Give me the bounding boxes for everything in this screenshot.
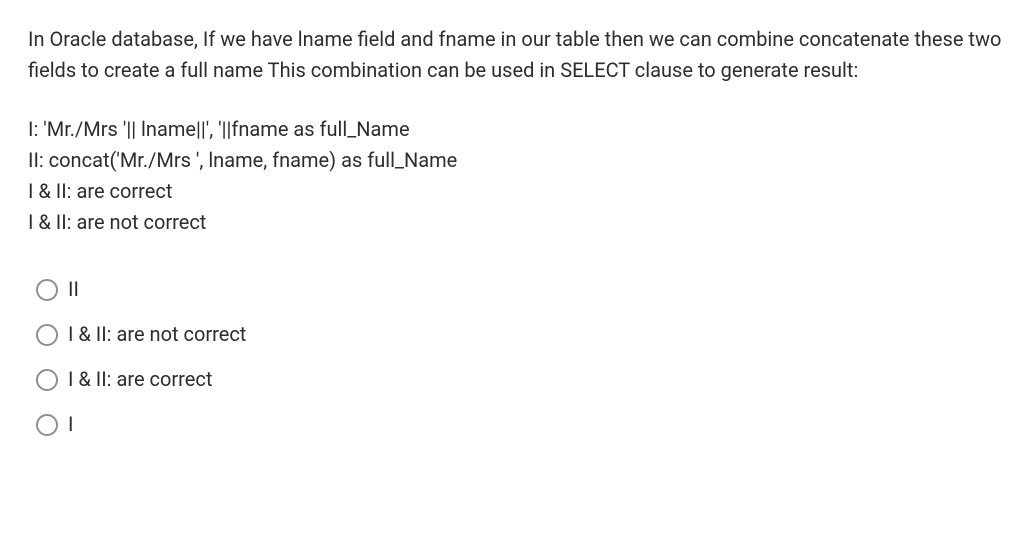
statement-line: I & II: are not correct	[28, 207, 1008, 238]
option-label: II	[68, 274, 79, 305]
radio-icon[interactable]	[36, 414, 58, 436]
options-group: II I & II: are not correct I & II: are c…	[28, 274, 1008, 440]
option-row[interactable]: II	[36, 274, 1008, 305]
statement-line: II: concat('Mr./Mrs ', lname, fname) as …	[28, 145, 1008, 176]
radio-icon[interactable]	[36, 279, 58, 301]
option-label: I & II: are not correct	[68, 319, 246, 350]
radio-icon[interactable]	[36, 369, 58, 391]
option-label: I	[68, 409, 73, 440]
question-stem-text: In Oracle database, If we have lname fie…	[28, 27, 1001, 82]
radio-icon[interactable]	[36, 324, 58, 346]
option-row[interactable]: I	[36, 409, 1008, 440]
option-label: I & II: are correct	[68, 364, 212, 395]
statement-line: I: 'Mr./Mrs '|| lname||', '||fname as fu…	[28, 114, 1008, 145]
statement-line: I & II: are correct	[28, 176, 1008, 207]
question-stem: In Oracle database, If we have lname fie…	[28, 24, 1008, 86]
option-row[interactable]: I & II: are correct	[36, 364, 1008, 395]
option-row[interactable]: I & II: are not correct	[36, 319, 1008, 350]
question-statements: I: 'Mr./Mrs '|| lname||', '||fname as fu…	[28, 114, 1008, 238]
